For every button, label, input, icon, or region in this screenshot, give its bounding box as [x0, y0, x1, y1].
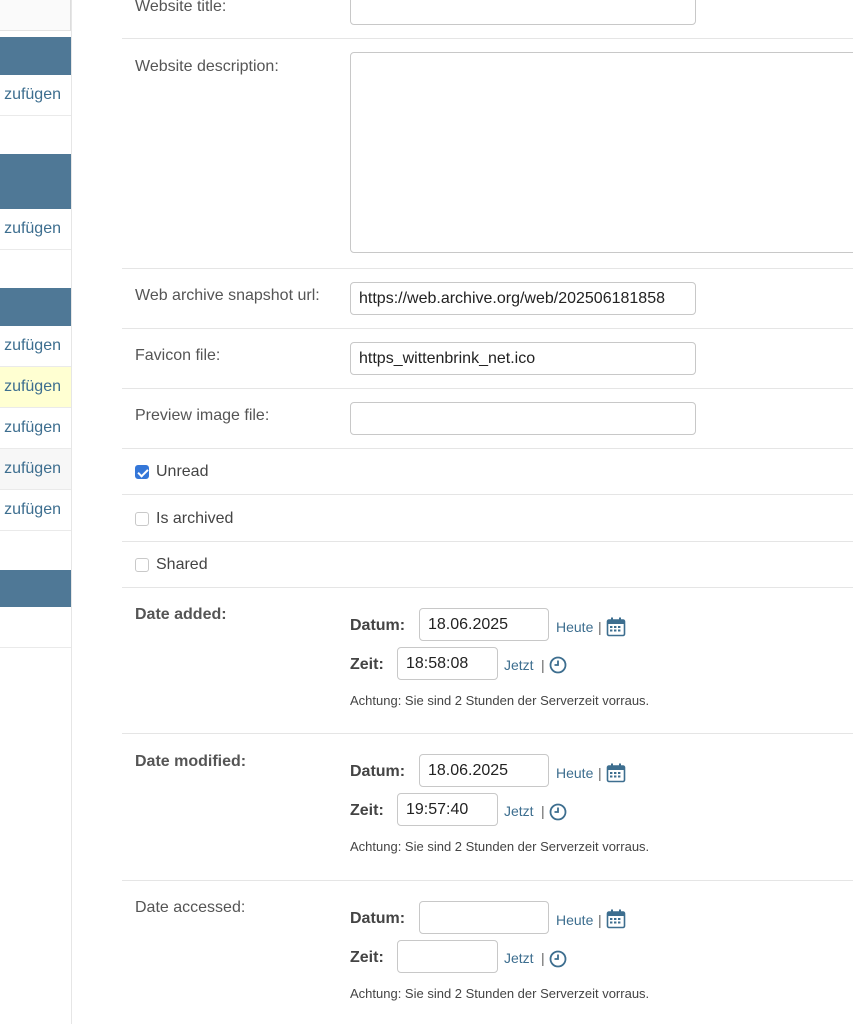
favicon-input[interactable]: https_wittenbrink_net.ico [350, 342, 696, 375]
website-title-label: Website title: [135, 0, 227, 15]
shared-row [122, 541, 853, 588]
sidebar-section-header [0, 37, 71, 75]
website-description-textarea[interactable] [350, 52, 853, 253]
timezone-warning: Achtung: Sie sind 2 Stunden der Serverze… [350, 986, 650, 1001]
date-added-label: Date added: [135, 606, 227, 623]
sidebar-add-link[interactable]: zufügen [0, 209, 71, 250]
sidebar-add-link[interactable]: zufügen [0, 490, 71, 531]
unread-row [122, 448, 853, 495]
sidebar-add-link[interactable]: zufügen [0, 449, 71, 490]
timezone-warning: Achtung: Sie sind 2 Stunden der Serverze… [350, 839, 650, 854]
archived-checkbox[interactable] [135, 512, 149, 526]
datum-label: Datum: [350, 910, 406, 927]
datum-label: Datum: [350, 763, 406, 780]
zeit-label: Zeit: [350, 802, 384, 819]
date-modified-time-input[interactable]: 19:57:40 [397, 793, 498, 826]
date-added-time-input[interactable]: 18:58:08 [397, 647, 498, 680]
add-link-label[interactable]: zufügen [4, 86, 61, 104]
add-link-label[interactable]: zufügen [4, 378, 61, 396]
today-link[interactable]: Heute [556, 619, 593, 635]
date-accessed-time-input[interactable] [397, 940, 498, 973]
separator: | [598, 765, 602, 781]
sidebar-section-header [0, 288, 71, 326]
date-modified-date-input[interactable]: 18.06.2025 [419, 754, 549, 787]
date-accessed-label: Date accessed: [135, 899, 246, 916]
timezone-warning: Achtung: Sie sind 2 Stunden der Serverze… [350, 693, 650, 708]
sidebar-section-header [0, 570, 71, 607]
clock-icon[interactable] [549, 803, 567, 821]
preview-image-input[interactable] [350, 402, 696, 435]
sidebar-section-header [0, 154, 71, 209]
separator: | [541, 657, 545, 673]
today-link[interactable]: Heute [556, 912, 593, 928]
zeit-label: Zeit: [350, 949, 384, 966]
separator: | [598, 619, 602, 635]
shared-label[interactable]: Shared [156, 556, 208, 574]
website-title-input[interactable] [350, 0, 696, 25]
calendar-icon[interactable] [606, 909, 626, 929]
separator: | [541, 950, 545, 966]
sidebar-empty-row [0, 607, 71, 648]
web-archive-label: Web archive snapshot url: [135, 287, 320, 304]
sidebar: zufügen zufügen zufügen zufügen zufügen … [0, 0, 72, 1024]
favicon-label: Favicon file: [135, 347, 221, 364]
separator: | [541, 803, 545, 819]
add-link-label[interactable]: zufügen [4, 419, 61, 437]
add-link-label[interactable]: zufügen [4, 337, 61, 355]
sidebar-add-link[interactable]: zufügen [0, 367, 71, 408]
now-link[interactable]: Jetzt [504, 950, 534, 966]
clock-icon[interactable] [549, 656, 567, 674]
unread-checkbox[interactable] [135, 465, 149, 479]
date-added-date-input[interactable]: 18.06.2025 [419, 608, 549, 641]
clock-icon[interactable] [549, 950, 567, 968]
preview-image-label: Preview image file: [135, 407, 270, 424]
now-link[interactable]: Jetzt [504, 803, 534, 819]
sidebar-add-link[interactable]: zufügen [0, 408, 71, 449]
shared-checkbox[interactable] [135, 558, 149, 572]
add-link-label[interactable]: zufügen [4, 220, 61, 238]
calendar-icon[interactable] [606, 763, 626, 783]
unread-label[interactable]: Unread [156, 463, 208, 481]
date-accessed-date-input[interactable] [419, 901, 549, 934]
add-link-label[interactable]: zufügen [4, 460, 61, 478]
web-archive-input[interactable]: https://web.archive.org/web/202506181858 [350, 282, 696, 315]
add-link-label[interactable]: zufügen [4, 501, 61, 519]
website-description-label: Website description: [135, 58, 279, 75]
now-link[interactable]: Jetzt [504, 657, 534, 673]
sidebar-add-link[interactable]: zufügen [0, 326, 71, 367]
datum-label: Datum: [350, 617, 406, 634]
archived-label[interactable]: Is archived [156, 510, 233, 528]
today-link[interactable]: Heute [556, 765, 593, 781]
date-modified-label: Date modified: [135, 753, 247, 770]
calendar-icon[interactable] [606, 617, 626, 637]
zeit-label: Zeit: [350, 656, 384, 673]
sidebar-filter-box [0, 0, 71, 31]
separator: | [598, 912, 602, 928]
sidebar-add-link[interactable]: zufügen [0, 75, 71, 116]
